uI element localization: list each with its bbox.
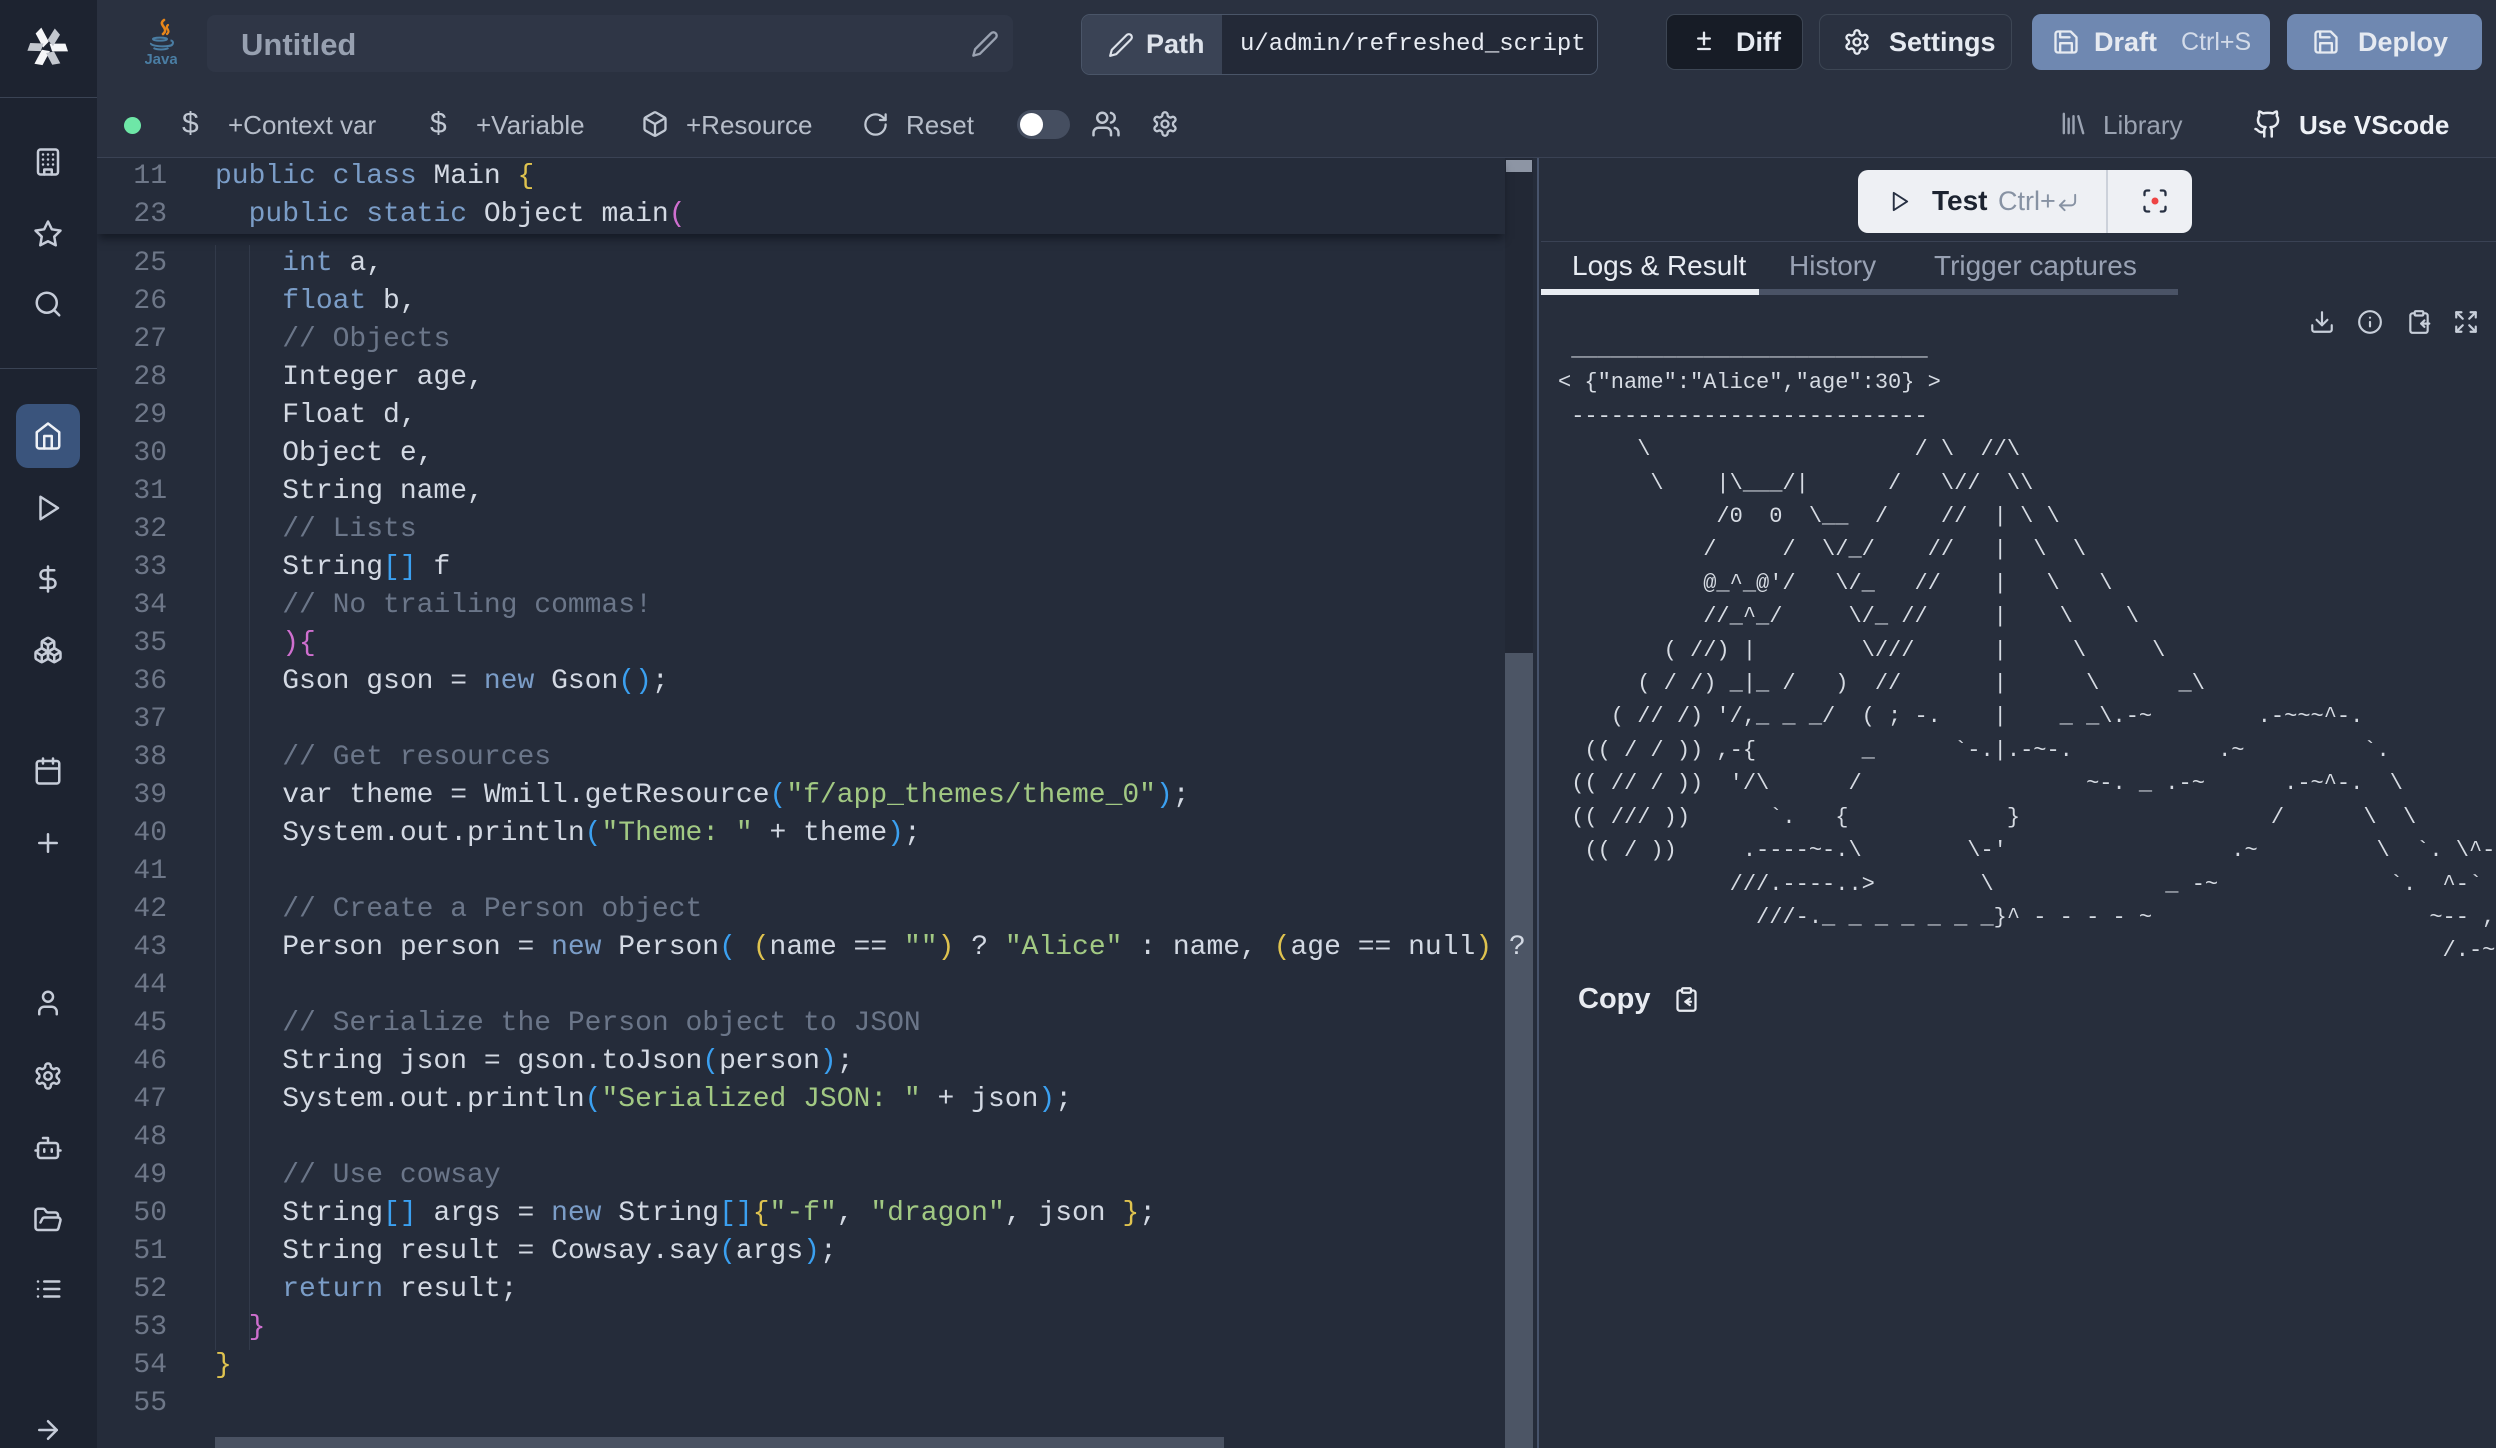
svg-text:Java: Java bbox=[145, 51, 177, 68]
